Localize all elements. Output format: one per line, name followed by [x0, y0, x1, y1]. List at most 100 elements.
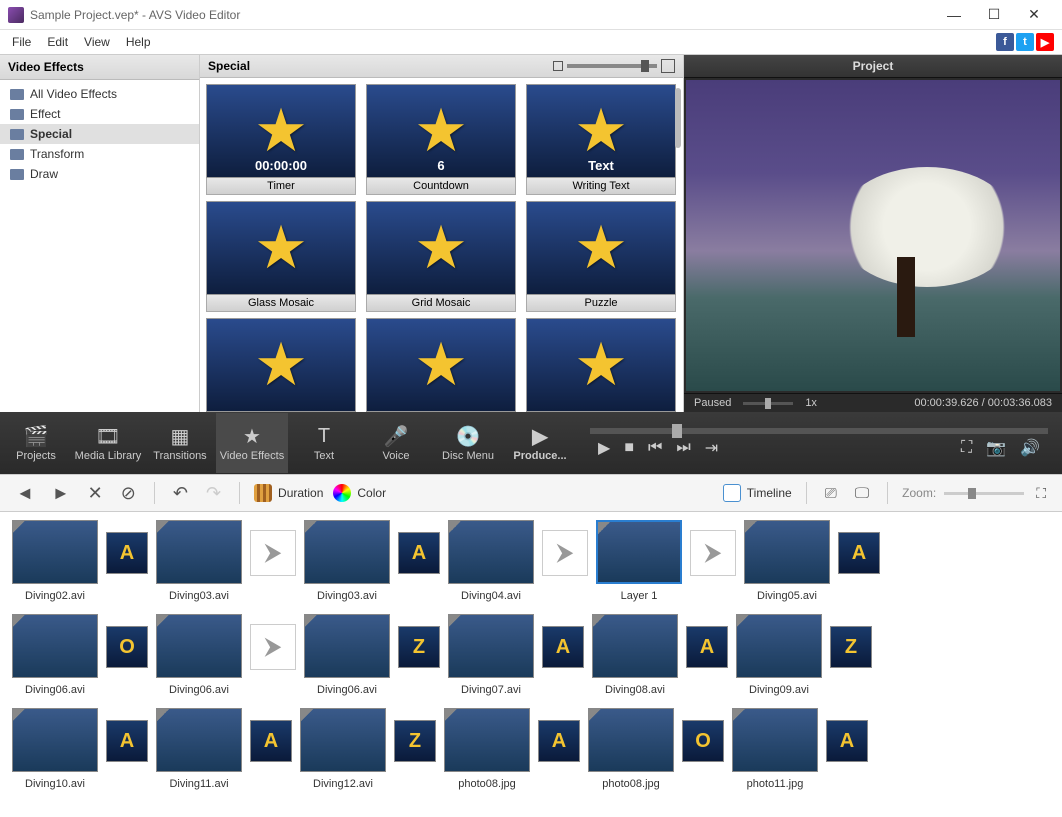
clip-item[interactable]: photo08.jpg [588, 708, 674, 790]
menu-file[interactable]: File [4, 33, 39, 51]
effect-slot[interactable]: A [250, 720, 292, 762]
minimize-button[interactable]: — [934, 1, 974, 29]
fit-zoom-icon[interactable]: ⛶ [1032, 483, 1050, 504]
speed-slider[interactable] [743, 402, 793, 405]
tab-produce[interactable]: ▶Produce... [504, 413, 576, 473]
zoom-label: Zoom: [902, 486, 936, 500]
clip-item[interactable]: Diving04.avi [448, 520, 534, 602]
volume-icon[interactable]: 🔊 [1020, 438, 1040, 458]
folder-icon [10, 109, 24, 120]
clip-item[interactable]: Diving03.avi [156, 520, 242, 602]
tab-transitions[interactable]: ▦Transitions [144, 413, 216, 473]
category-draw[interactable]: Draw [0, 164, 199, 184]
tab-disc-menu[interactable]: 💿Disc Menu [432, 413, 504, 473]
clip-item[interactable]: Diving10.avi [12, 708, 98, 790]
stop-button[interactable]: ■ [624, 439, 634, 457]
audio-mixer-icon[interactable]: ⎚ [821, 483, 841, 504]
undo-button[interactable]: ↶ [169, 481, 192, 506]
playback-status: Paused [694, 397, 731, 409]
clip-item[interactable]: Diving06.avi [12, 614, 98, 696]
effect-writing-text[interactable]: ★TextWriting Text [526, 84, 676, 195]
effect-countdown[interactable]: ★6Countdown [366, 84, 516, 195]
tab-text[interactable]: TText [288, 413, 360, 473]
effect-puzzle[interactable]: ★Puzzle [526, 201, 676, 312]
effect-slot[interactable]: A [826, 720, 868, 762]
clip-item[interactable]: Diving02.avi [12, 520, 98, 602]
facebook-icon[interactable]: f [996, 33, 1014, 51]
effect-slot[interactable]: A [838, 532, 880, 574]
app-icon [8, 7, 24, 23]
redo-button[interactable]: ↷ [202, 481, 225, 506]
clip-item[interactable]: Diving06.avi [156, 614, 242, 696]
seek-bar[interactable] [590, 428, 1048, 434]
nav-forward-button[interactable]: ► [48, 481, 74, 506]
zoom-slider[interactable] [944, 492, 1024, 495]
playback-speed: 1x [805, 397, 817, 409]
menu-help[interactable]: Help [118, 33, 159, 51]
tab-video-effects[interactable]: ★Video Effects [216, 413, 288, 473]
clip-item[interactable]: Diving11.avi [156, 708, 242, 790]
effect-canvas[interactable]: ★Canvas [526, 318, 676, 412]
effect-slot[interactable]: A [106, 532, 148, 574]
close-button[interactable]: ✕ [1014, 1, 1054, 29]
scrollbar[interactable] [675, 88, 681, 148]
effect-slot[interactable]: A [686, 626, 728, 668]
timeline-toggle[interactable]: Timeline [723, 484, 792, 502]
clip-item[interactable]: Diving07.avi [448, 614, 534, 696]
transition-slot[interactable]: ⮞ [690, 530, 736, 576]
youtube-icon[interactable]: ▶ [1036, 33, 1054, 51]
clip-item[interactable]: Diving03.avi [304, 520, 390, 602]
tab-media-library[interactable]: 🎞Media Library [72, 413, 144, 473]
effect-slot[interactable]: O [106, 626, 148, 668]
menu-view[interactable]: View [76, 33, 118, 51]
tab-projects[interactable]: 🎬Projects [0, 413, 72, 473]
clip-item[interactable]: photo08.jpg [444, 708, 530, 790]
preview-screen[interactable] [686, 80, 1060, 391]
twitter-icon[interactable]: t [1016, 33, 1034, 51]
effect-timer[interactable]: ★00:00:00Timer [206, 84, 356, 195]
play-button[interactable]: ▶ [598, 438, 610, 458]
prev-button[interactable]: ⏮ [648, 439, 662, 457]
transition-slot[interactable]: ⮞ [250, 530, 296, 576]
category-all-video-effects[interactable]: All Video Effects [0, 84, 199, 104]
effect-slot[interactable]: Z [394, 720, 436, 762]
tab-voice[interactable]: 🎤Voice [360, 413, 432, 473]
clip-item[interactable]: Diving09.avi [736, 614, 822, 696]
clip-item[interactable]: Diving08.avi [592, 614, 678, 696]
effect-slot[interactable]: O [682, 720, 724, 762]
clip-item[interactable]: Layer 1 [596, 520, 682, 602]
effect-slot[interactable]: A [538, 720, 580, 762]
category-effect[interactable]: Effect [0, 104, 199, 124]
nav-back-button[interactable]: ◄ [12, 481, 38, 506]
thumbnail-size-slider[interactable] [553, 59, 675, 73]
effect-slot[interactable]: Z [398, 626, 440, 668]
delete-button[interactable]: ✕ [84, 481, 107, 506]
effect-slot[interactable]: A [542, 626, 584, 668]
clip-item[interactable]: Diving12.avi [300, 708, 386, 790]
effect-particles[interactable]: ★Particles [366, 318, 516, 412]
duration-button[interactable]: Duration [254, 484, 323, 502]
clip-item[interactable]: photo11.jpg [732, 708, 818, 790]
effects-header: Special [208, 59, 250, 73]
effect-snow[interactable]: ★Snow [206, 318, 356, 412]
clip-item[interactable]: Diving06.avi [304, 614, 390, 696]
fullscreen-icon[interactable]: ⛶ [961, 439, 972, 457]
clip-item[interactable]: Diving05.avi [744, 520, 830, 602]
next-button[interactable]: ⏭ [676, 439, 690, 457]
effect-slot[interactable]: Z [830, 626, 872, 668]
transition-slot[interactable]: ⮞ [250, 624, 296, 670]
effect-glass-mosaic[interactable]: ★Glass Mosaic [206, 201, 356, 312]
category-transform[interactable]: Transform [0, 144, 199, 164]
effect-slot[interactable]: A [398, 532, 440, 574]
maximize-button[interactable]: ☐ [974, 1, 1014, 29]
display-icon[interactable]: 🖵 [851, 483, 873, 504]
menu-edit[interactable]: Edit [39, 33, 76, 51]
snapshot-icon[interactable]: 📷 [986, 438, 1006, 458]
transition-slot[interactable]: ⮞ [542, 530, 588, 576]
effect-slot[interactable]: A [106, 720, 148, 762]
effect-grid-mosaic[interactable]: ★Grid Mosaic [366, 201, 516, 312]
clear-button[interactable]: ⊘ [117, 481, 140, 506]
color-button[interactable]: Color [333, 484, 386, 502]
category-special[interactable]: Special [0, 124, 199, 144]
loop-button[interactable]: ⇥ [705, 438, 718, 458]
